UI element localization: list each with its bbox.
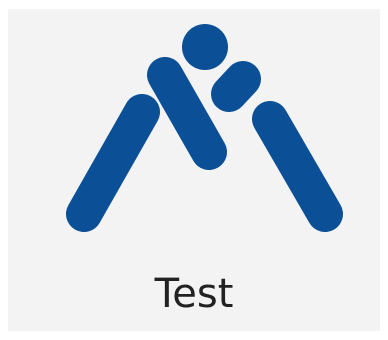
logo-head	[182, 24, 228, 70]
tile-label: Test	[154, 271, 234, 317]
logo-right-leg	[252, 101, 343, 232]
app-logo-icon	[66, 24, 343, 232]
logo-left-arm	[147, 57, 227, 170]
logo-left-leg	[66, 94, 160, 232]
logo-right-arm	[211, 61, 261, 112]
